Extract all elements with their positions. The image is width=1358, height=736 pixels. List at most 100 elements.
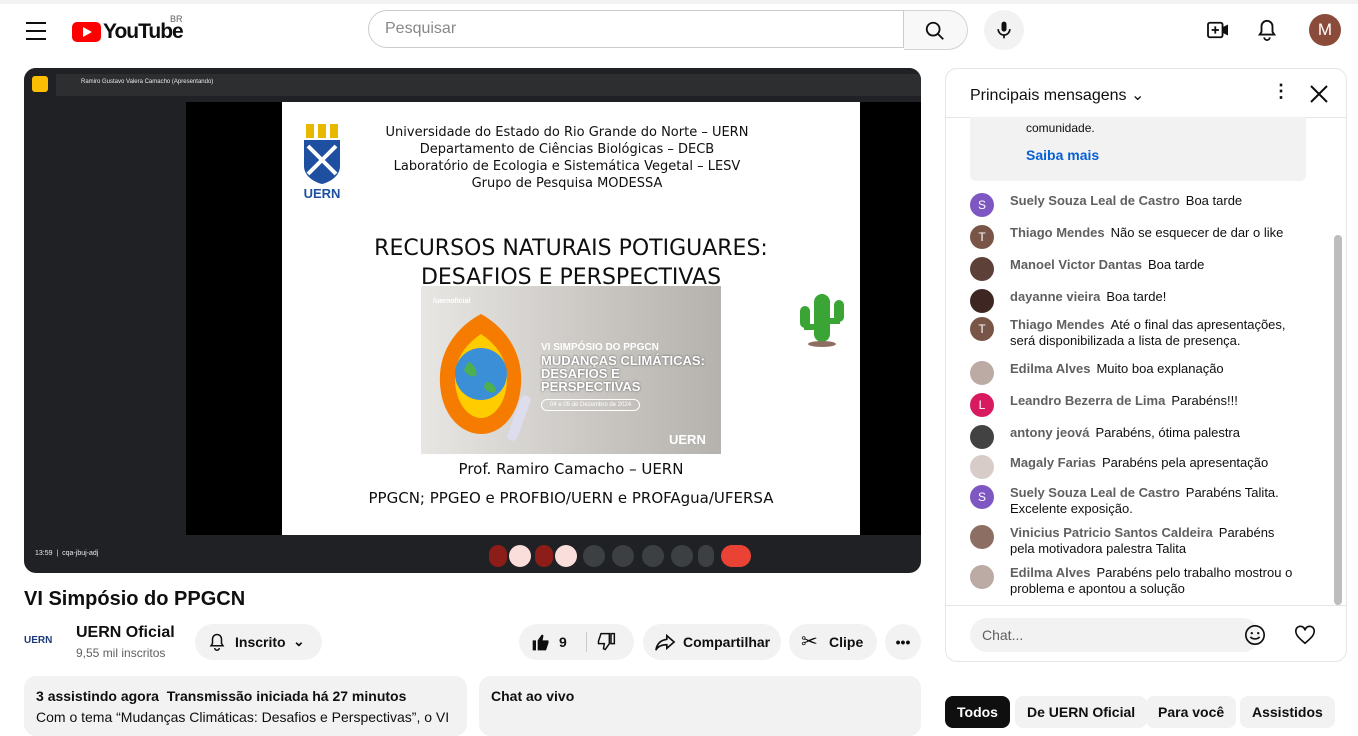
chat-author[interactable]: Magaly Farias [1010, 455, 1096, 470]
chat-author[interactable]: Edilma Alves [1010, 361, 1090, 376]
cactus-icon [800, 294, 844, 347]
dislike-icon[interactable] [596, 632, 616, 652]
chip-watched[interactable]: Assistidos [1240, 696, 1335, 728]
chip-from-channel[interactable]: De UERN Oficial [1015, 696, 1148, 728]
meet-controls: 13:59 | cqa-jbuj-adj [24, 538, 921, 573]
chat-author[interactable]: Suely Souza Leal de Castro [1010, 485, 1180, 500]
channel-logo[interactable]: UERN [24, 626, 64, 656]
chat-author[interactable]: dayanne vieira [1010, 289, 1100, 304]
mic-options-button[interactable] [489, 545, 507, 567]
chevron-down-icon: ⌄ [1130, 87, 1145, 104]
chat-author[interactable]: Thiago Mendes [1010, 225, 1105, 240]
chat-avatar[interactable] [970, 257, 994, 281]
clip-button[interactable]: ✂ Clipe [789, 624, 877, 660]
chat-avatar[interactable]: S [970, 193, 994, 217]
menu-icon[interactable] [26, 22, 46, 46]
slide-title: RECURSOS NATURAIS POTIGUARES: DESAFIOS E… [282, 234, 860, 292]
chat-avatar[interactable]: S [970, 485, 994, 509]
learn-more-link[interactable]: Saiba mais [1026, 147, 1099, 163]
chat-author[interactable]: antony jeová [1010, 425, 1089, 440]
chat-text: Muito boa explanação [1096, 361, 1224, 376]
share-icon [655, 633, 676, 651]
leave-call-icon[interactable] [721, 545, 751, 567]
presentation-slide: UERN Universidade do Estado do Rio Grand… [282, 102, 860, 535]
chat-message-body: dayanne vieira Boa tarde! [1010, 289, 1300, 305]
camera-options-button[interactable] [535, 545, 553, 567]
chat-message-body: Suely Souza Leal de Castro Parabéns Talit… [1010, 485, 1300, 517]
description-box[interactable]: 3 assistindo agora Transmissão iniciada … [24, 676, 467, 736]
live-chat-label: Chat ao vivo [491, 688, 575, 704]
poster-headline: MUDANÇAS CLIMÁTICAS: DESAFIOS E PERSPECT… [541, 353, 705, 394]
raise-hand-icon[interactable] [671, 545, 693, 567]
emoji-icon[interactable] [612, 545, 634, 567]
chat-avatar[interactable]: T [970, 317, 994, 341]
chat-message: dayanne vieira Boa tarde! [970, 289, 1300, 313]
account-avatar[interactable]: M [1309, 14, 1341, 46]
chat-scrollbar[interactable] [1334, 235, 1342, 605]
letterbox-right [860, 102, 921, 535]
subscribed-button[interactable]: Inscrito ⌄ [195, 624, 322, 660]
chat-avatar[interactable] [970, 525, 994, 549]
chip-all[interactable]: Todos [945, 696, 1010, 728]
poster-brand: UERN [669, 432, 706, 447]
chat-avatar[interactable] [970, 565, 994, 589]
chat-avatar[interactable]: L [970, 393, 994, 417]
watching-label: assistindo agora [47, 688, 159, 704]
chat-input[interactable]: Chat... [970, 618, 1260, 652]
search-input[interactable]: Pesquisar [368, 10, 904, 48]
captions-icon[interactable] [583, 545, 605, 567]
chat-message: Edilma Alves Parabéns pelo trabalho mostr… [970, 565, 1300, 597]
chat-message: Vinicius Patricio Santos Caldeira Parabén… [970, 525, 1300, 557]
subscriber-count: 9,55 mil inscritos [76, 646, 166, 660]
chat-author[interactable]: Manoel Victor Dantas [1010, 257, 1142, 272]
chat-avatar[interactable] [970, 289, 994, 313]
emoji-icon[interactable] [1244, 624, 1266, 646]
search-button[interactable] [904, 10, 968, 50]
create-icon[interactable] [1207, 20, 1229, 40]
chevron-down-icon: ⌄ [293, 633, 305, 649]
chat-author[interactable]: Suely Souza Leal de Castro [1010, 193, 1180, 208]
chat-avatar[interactable]: T [970, 225, 994, 249]
chat-author[interactable]: Thiago Mendes [1010, 317, 1105, 332]
chat-message-body: Thiago Mendes Até o final das apresentaçõ… [1010, 317, 1300, 349]
chip-for-you[interactable]: Para você [1146, 696, 1237, 728]
mic-off-icon[interactable] [509, 545, 531, 567]
view-stats: 3 assistindo agora Transmissão iniciada … [36, 688, 406, 704]
youtube-logo[interactable]: YouTube BR [72, 14, 184, 44]
close-icon[interactable] [1310, 85, 1328, 103]
more-horizontal-icon: ••• [895, 634, 911, 650]
like-icon[interactable] [531, 632, 551, 652]
voice-search-button[interactable] [984, 10, 1024, 50]
meeting-code: cqa-jbuj-adj [62, 550, 99, 557]
slide-header-line: Departamento de Ciências Biológicas – DE… [419, 142, 715, 157]
subscribed-label: Inscrito [235, 634, 286, 650]
camera-off-icon[interactable] [555, 545, 577, 567]
channel-name[interactable]: UERN Oficial [76, 624, 175, 642]
chat-message-body: Suely Souza Leal de Castro Boa tarde [1010, 193, 1300, 209]
share-button[interactable]: Compartilhar [643, 624, 781, 660]
video-player[interactable]: Ramiro Gustavo Valera Camacho (Apresenta… [24, 68, 921, 573]
live-chat-panel: Principais mensagens ⌄ ⋮ comunidade. Sai… [945, 68, 1347, 662]
burning-earth-icon [439, 314, 531, 441]
more-actions-button[interactable]: ••• [885, 624, 921, 660]
notifications-icon[interactable] [1256, 18, 1278, 42]
chat-text: Boa tarde [1147, 257, 1205, 272]
more-vertical-icon[interactable]: ⋮ [1272, 81, 1290, 102]
present-icon[interactable] [642, 545, 664, 567]
chat-message: Manoel Victor Dantas Boa tarde [970, 257, 1300, 281]
heart-icon[interactable] [1294, 624, 1316, 646]
more-options-icon[interactable] [698, 545, 714, 567]
live-chat-replay[interactable]: Chat ao vivo [479, 676, 921, 736]
chat-author[interactable]: Vinicius Patricio Santos Caldeira [1010, 525, 1213, 540]
chat-avatar[interactable] [970, 425, 994, 449]
chat-avatar[interactable] [970, 455, 994, 479]
chat-avatar[interactable] [970, 361, 994, 385]
chat-text: Parabéns pela apresentação [1102, 455, 1269, 470]
microphone-icon [997, 21, 1011, 39]
clip-label: Clipe [829, 634, 864, 650]
chat-author[interactable]: Edilma Alves [1010, 565, 1090, 580]
chat-message-body: Thiago Mendes Não se esquecer de dar o li… [1010, 225, 1300, 241]
chat-mode-dropdown[interactable]: Principais mensagens ⌄ [970, 85, 1144, 105]
chat-author[interactable]: Leandro Bezerra de Lima [1010, 393, 1165, 408]
chat-text: Não se esquecer de dar o like [1110, 225, 1284, 240]
